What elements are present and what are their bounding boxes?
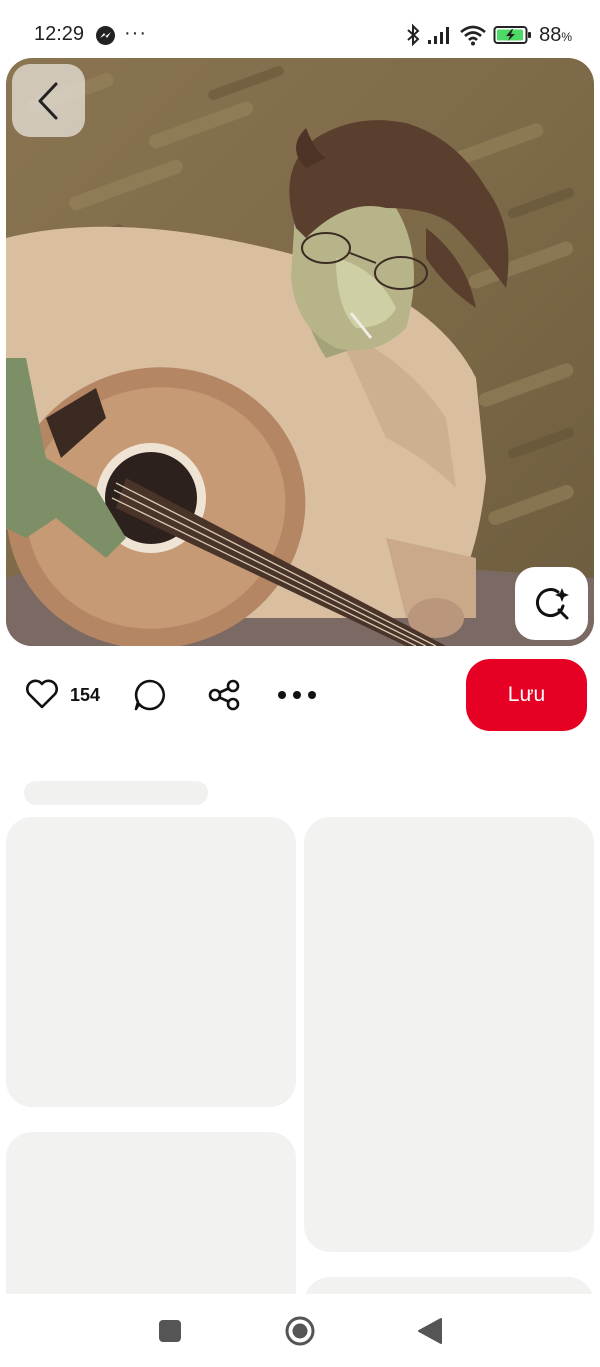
bluetooth-icon [407,23,420,47]
more-notifications-icon: ··· [124,22,147,44]
comment-icon [134,679,166,711]
status-icons: 88% [405,22,572,48]
triangle-back-icon [418,1317,442,1344]
nav-back-button[interactable] [390,1294,470,1367]
signal-icon [428,27,450,44]
status-time: 12:29 [34,23,85,45]
pin-image[interactable] [6,58,594,646]
share-button[interactable] [205,676,243,714]
battery-charging-icon [493,26,532,44]
home-button[interactable] [260,1294,340,1367]
square-icon [159,1319,181,1342]
system-nav-bar [0,1294,600,1367]
more-button[interactable] [275,680,319,710]
save-button[interactable]: Lưu [466,659,587,731]
messenger-icon [96,26,115,45]
guitarist-illustration [6,58,594,646]
status-bar: 12:29 ··· 88% [0,0,600,56]
like-button[interactable] [24,676,60,712]
loading-card-placeholder [6,817,296,1107]
back-button[interactable] [12,64,85,137]
loading-title-placeholder [24,781,208,805]
more-horizontal-icon [278,691,316,699]
chevron-left-icon [38,82,57,119]
like-count: 154 [70,685,101,705]
recents-button[interactable] [130,1294,210,1367]
home-circle-icon [285,1316,315,1345]
sparkle-search-icon [535,587,569,619]
share-icon [208,679,240,711]
battery-percentage: 88% [539,23,572,46]
loading-card-placeholder [304,817,594,1252]
heart-icon [26,679,58,709]
visual-search-button[interactable] [515,567,588,640]
wifi-icon [460,25,486,46]
comment-button[interactable] [131,676,169,714]
